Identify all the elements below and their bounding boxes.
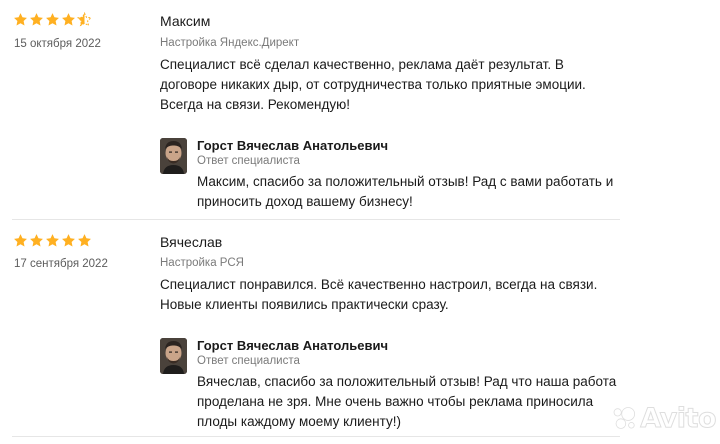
- star-icon: [30, 13, 43, 26]
- rating-stars: [13, 12, 92, 27]
- star-icon: [46, 234, 59, 247]
- star-icon: [14, 234, 27, 247]
- reply-role: Ответ специалиста: [197, 155, 300, 167]
- reply-text: Вячеслав, спасибо за положительный отзыв…: [197, 374, 617, 429]
- review-card: 15 октября 2022 Максим Настройка Яндекс.…: [0, 0, 620, 219]
- star-icon: [62, 13, 75, 26]
- review-date: 15 октября 2022: [14, 38, 101, 50]
- review-card: 17 сентября 2022 Вячеслав Настройка РСЯ …: [0, 220, 620, 436]
- avatar: [160, 138, 187, 174]
- reply-role: Ответ специалиста: [197, 355, 300, 367]
- review-date: 17 сентября 2022: [14, 258, 108, 270]
- star-icon: [14, 13, 27, 26]
- reply-author: Горст Вячеслав Анатольевич: [197, 138, 389, 153]
- divider: [12, 436, 620, 437]
- avito-watermark: Avito: [612, 398, 717, 438]
- review-text: Специалист понравился. Всё качественно н…: [160, 277, 598, 312]
- star-icon: [46, 13, 59, 26]
- reply-text: Максим, спасибо за положительный отзыв! …: [197, 174, 614, 209]
- avito-logo-icon: [613, 407, 636, 429]
- star-half-icon: [77, 12, 92, 27]
- reply-author: Горст Вячеслав Анатольевич: [197, 338, 389, 353]
- review-author: Вячеслав: [160, 234, 223, 250]
- watermark-text: Avito: [640, 402, 717, 434]
- star-icon: [30, 234, 43, 247]
- review-author: Максим: [160, 13, 211, 29]
- review-category: Настройка РСЯ: [160, 257, 244, 269]
- avatar: [160, 338, 187, 374]
- review-category: Настройка Яндекс.Директ: [160, 37, 300, 49]
- rating-stars: [13, 233, 92, 248]
- star-icon: [62, 234, 75, 247]
- star-icon: [78, 234, 91, 247]
- review-text: Специалист всё сделал качественно, рекла…: [160, 57, 586, 112]
